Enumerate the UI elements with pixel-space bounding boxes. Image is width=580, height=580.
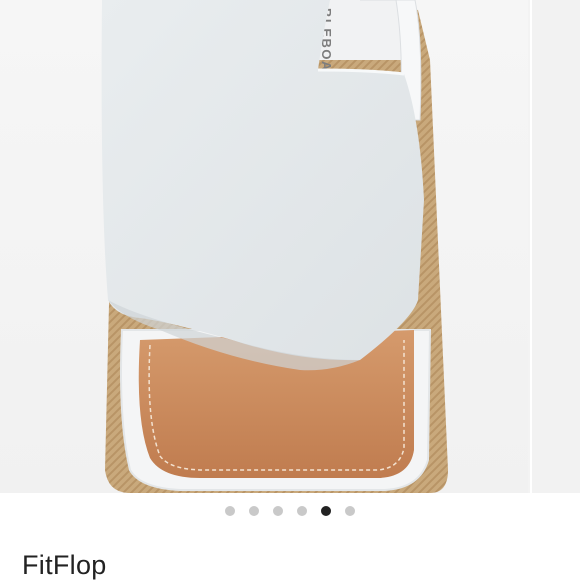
gallery-dot[interactable] [321,506,331,516]
gallery-dot[interactable] [249,506,259,516]
next-image-peek[interactable] [530,0,580,493]
product-brand[interactable]: FitFlop [22,552,107,579]
gallery-pagination [0,504,580,518]
gallery-dot[interactable] [345,506,355,516]
product-image-gallery[interactable]: BLEBOARD TE [0,0,580,493]
gallery-dot[interactable] [225,506,235,516]
product-image[interactable]: BLEBOARD TE [0,0,528,493]
gallery-dot[interactable] [273,506,283,516]
sandal-photo: BLEBOARD TE [101,0,448,493]
gallery-dot[interactable] [297,506,307,516]
